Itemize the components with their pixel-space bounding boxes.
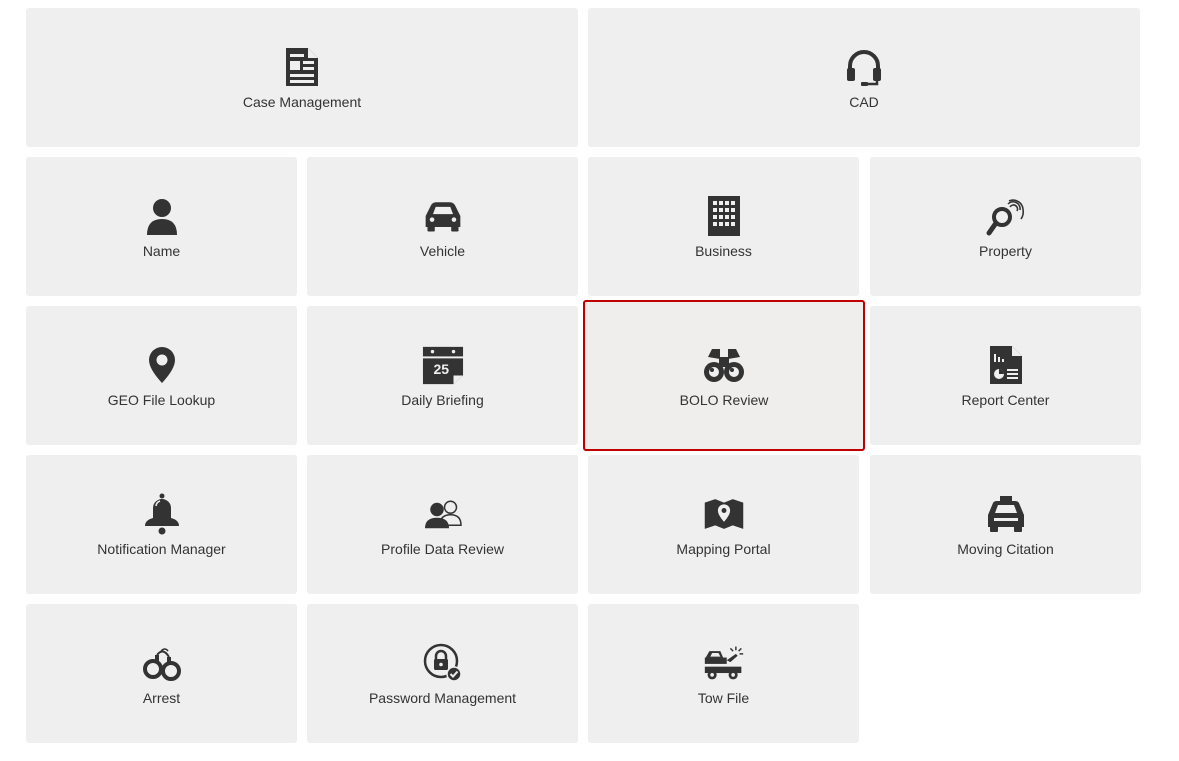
tile-mapping-portal[interactable]: Mapping Portal [588,455,859,594]
tile-label: Property [979,242,1032,259]
tile-report-center[interactable]: Report Center [870,306,1141,445]
calendar-icon: 25 [422,344,464,386]
map-icon [703,493,745,535]
tile-label: Arrest [142,689,181,706]
tile-vehicle[interactable]: Vehicle [307,157,578,296]
handcuffs-icon [141,642,183,684]
tile-password-management[interactable]: Password Management [307,604,578,743]
headset-icon [843,46,885,88]
tile-label: Tow File [697,689,750,706]
tile-moving-citation[interactable]: Moving Citation [870,455,1141,594]
police-car-icon [985,493,1027,535]
tile-label: GEO File Lookup [107,391,216,408]
tile-label: CAD [849,93,879,110]
tile-label: Daily Briefing [401,391,484,408]
calendar-day: 25 [433,360,450,377]
tile-label: BOLO Review [679,391,769,408]
tile-label: Case Management [242,93,362,110]
tile-notification-manager[interactable]: Notification Manager [26,455,297,594]
tile-geo-file-lookup[interactable]: GEO File Lookup [26,306,297,445]
binoculars-icon [703,344,745,386]
tile-profile-data-review[interactable]: Profile Data Review [307,455,578,594]
bell-icon [141,493,183,535]
tile-arrest[interactable]: Arrest [26,604,297,743]
module-grid: Case Management CAD Name Vehicle Busines… [0,0,1179,761]
report-icon [985,344,1027,386]
tile-label: Vehicle [419,242,466,259]
tile-label: Notification Manager [97,540,226,557]
tile-label: Password Management [368,689,517,706]
tow-truck-icon [703,642,745,684]
lock-badge-icon [422,642,464,684]
tile-tow-file[interactable]: Tow File [588,604,859,743]
building-icon [703,195,745,237]
tile-label: Moving Citation [957,540,1054,557]
tile-label: Business [695,242,752,259]
tile-cad[interactable]: CAD [588,8,1140,147]
fingerprint-magnifier-icon [985,195,1027,237]
tile-case-management[interactable]: Case Management [26,8,578,147]
tile-label: Profile Data Review [381,540,504,557]
tile-property[interactable]: Property [870,157,1141,296]
tile-business[interactable]: Business [588,157,859,296]
tile-label: Mapping Portal [676,540,771,557]
tile-label: Name [142,242,181,259]
car-icon [422,195,464,237]
map-pin-icon [141,344,183,386]
tile-name[interactable]: Name [26,157,297,296]
tile-daily-briefing[interactable]: 25 Daily Briefing [307,306,578,445]
tile-bolo-review[interactable]: BOLO Review [583,300,865,451]
tile-label: Report Center [961,391,1050,408]
person-icon [141,195,183,237]
users-icon [422,493,464,535]
document-icon [281,46,323,88]
